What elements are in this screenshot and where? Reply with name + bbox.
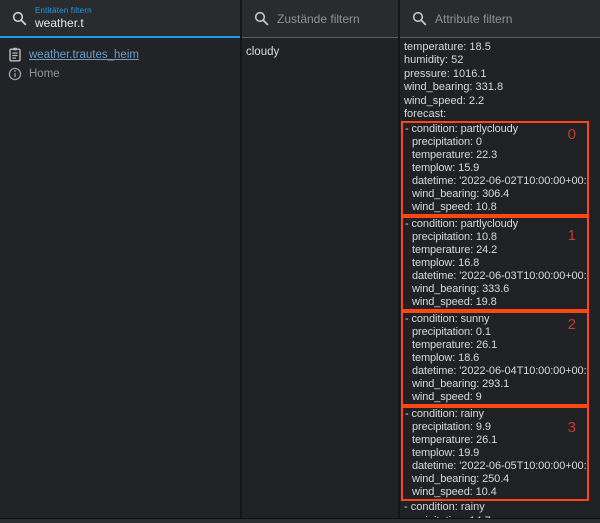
dev-tools-states-page: Entitäten filtern weather.trautes_heim: [0, 0, 600, 523]
forecast-line: temperature: 26.1: [403, 434, 587, 447]
attributes-column: temperature: 18.5 humidity: 52 pressure:…: [400, 0, 600, 523]
forecast-annotation-box-0: 0 - condition: partlycloudy precipitatio…: [401, 121, 589, 216]
forecast-line: temperature: 24.2: [403, 244, 587, 257]
forecast-line: templow: 15.9: [403, 162, 587, 175]
attribute-line: - condition: rainy: [400, 501, 600, 514]
forecast-line: - condition: rainy: [403, 408, 587, 421]
forecast-line: wind_bearing: 333.6: [403, 283, 587, 296]
forecast-line: temperature: 26.1: [403, 339, 587, 352]
attribute-filter-field[interactable]: [400, 0, 600, 38]
attribute-line: wind_bearing: 331.8: [400, 81, 600, 94]
forecast-line: precipitation: 0: [403, 136, 587, 149]
forecast-line: wind_speed: 19.8: [403, 296, 587, 309]
states-column: cloudy: [242, 0, 398, 523]
entity-friendly-name: Home: [29, 68, 60, 80]
attribute-line: wind_speed: 2.2: [400, 95, 600, 108]
search-icon: [254, 11, 269, 26]
state-cell: cloudy: [242, 38, 398, 64]
attribute-line: humidity: 52: [400, 54, 600, 67]
forecast-line: datetime: '2022-06-05T10:00:00+00:00': [403, 460, 587, 473]
search-icon: [12, 11, 27, 26]
forecast-line: datetime: '2022-06-04T10:00:00+00:00': [403, 365, 587, 378]
forecast-line: - condition: partlycloudy: [403, 123, 587, 136]
forecast-line: wind_speed: 10.8: [403, 201, 587, 214]
forecast-line: precipitation: 10.8: [403, 231, 587, 244]
info-icon[interactable]: [8, 67, 22, 81]
forecast-line: wind_bearing: 306.4: [403, 188, 587, 201]
forecast-line: precipitation: 9.9: [403, 421, 587, 434]
forecast-line: templow: 18.6: [403, 352, 587, 365]
annotation-label: 0: [568, 128, 576, 141]
forecast-line: wind_speed: 9: [403, 391, 587, 404]
attribute-line: temperature: 18.5: [400, 41, 600, 54]
attribute-line: pressure: 1016.1: [400, 68, 600, 81]
forecast-annotation-box-1: 1 - condition: partlycloudy precipitatio…: [401, 216, 589, 311]
entity-row-weather[interactable]: weather.trautes_heim: [0, 45, 240, 64]
forecast-line: wind_speed: 10.4: [403, 486, 587, 499]
forecast-line: datetime: '2022-06-02T10:00:00+00:00': [403, 175, 587, 188]
annotation-label: 1: [568, 229, 576, 242]
entity-row-name[interactable]: Home: [0, 64, 240, 83]
forecast-line: temperature: 22.3: [403, 149, 587, 162]
forecast-annotation-box-2: 2 - condition: sunny precipitation: 0.1 …: [401, 311, 589, 406]
forecast-line: - condition: partlycloudy: [403, 218, 587, 231]
forecast-line: - condition: sunny: [403, 313, 587, 326]
annotation-label: 3: [568, 421, 576, 434]
entity-filter-input[interactable]: [35, 16, 220, 30]
clipboard-text-icon[interactable]: [8, 47, 22, 62]
horizontal-scrollbar-track[interactable]: [0, 518, 600, 523]
forecast-line: datetime: '2022-06-03T10:00:00+00:00': [403, 270, 587, 283]
attribute-line: forecast:: [400, 108, 600, 121]
entity-filter-label: Entitäten filtern: [35, 6, 220, 15]
forecast-line: precipitation: 0.1: [403, 326, 587, 339]
entity-filter-field[interactable]: Entitäten filtern: [0, 0, 240, 38]
forecast-line: wind_bearing: 250.4: [403, 473, 587, 486]
annotation-label: 2: [568, 318, 576, 331]
search-icon: [412, 11, 427, 26]
state-filter-field[interactable]: [242, 0, 398, 38]
forecast-annotation-box-3: 3 - condition: rainy precipitation: 9.9 …: [401, 406, 589, 501]
forecast-line: wind_bearing: 293.1: [403, 378, 587, 391]
entity-link[interactable]: weather.trautes_heim: [29, 49, 139, 61]
forecast-line: templow: 19.9: [403, 447, 587, 460]
state-value: cloudy: [246, 46, 279, 58]
column-divider: [398, 0, 400, 523]
attributes-cell: temperature: 18.5 humidity: 52 pressure:…: [400, 38, 600, 523]
entities-column: Entitäten filtern weather.trautes_heim: [0, 0, 240, 523]
forecast-line: templow: 16.8: [403, 257, 587, 270]
entity-list: weather.trautes_heim Home: [0, 40, 240, 83]
column-divider: [240, 0, 242, 523]
attribute-filter-input[interactable]: [435, 12, 600, 26]
